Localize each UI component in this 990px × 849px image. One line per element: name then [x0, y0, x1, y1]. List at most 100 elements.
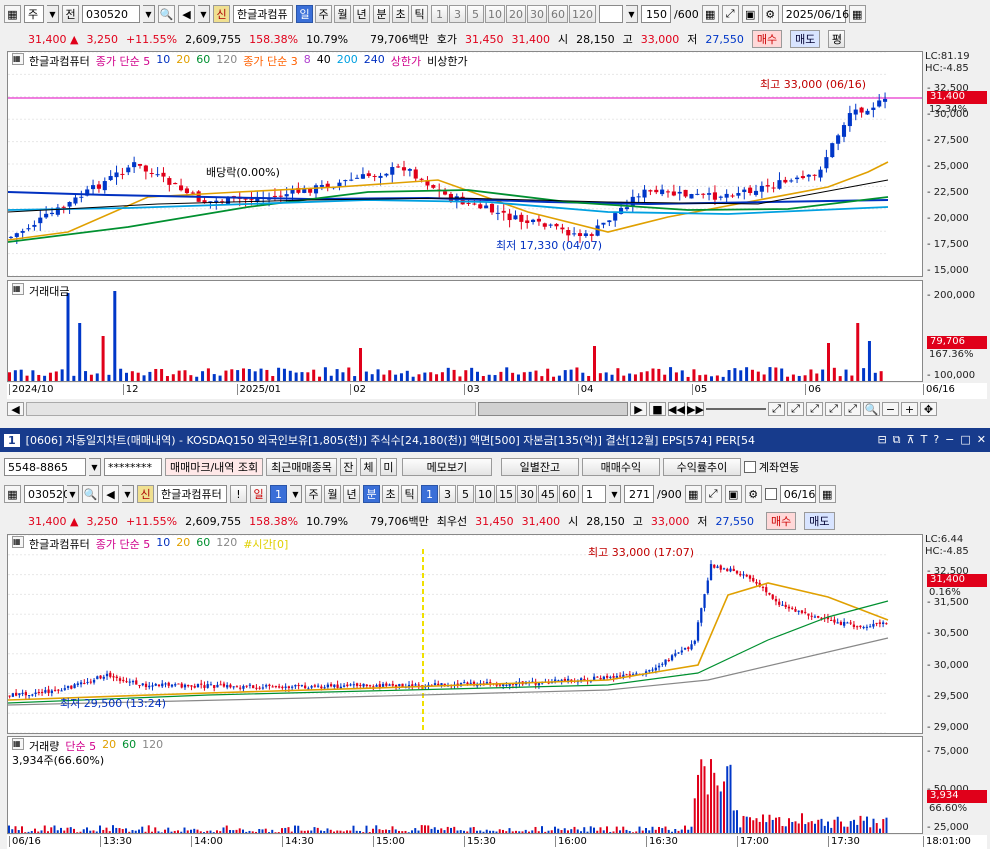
chevron-down-icon[interactable]: ▼	[47, 5, 59, 23]
interval-button-5[interactable]: 30	[517, 485, 537, 503]
interval-button-1[interactable]: 3	[449, 5, 466, 23]
sell-button[interactable]: 매도	[804, 512, 835, 530]
bottom-price-chart[interactable]: 최고 33,000 (17:07) 최저 29,500 (13:24)	[7, 534, 923, 734]
chevron-down-icon[interactable]: ▼	[626, 5, 638, 23]
period-tab-1[interactable]: 주	[315, 5, 332, 23]
interval-button-6[interactable]: 60	[548, 5, 568, 23]
fast-forward-icon[interactable]: ▶▶	[687, 402, 704, 416]
period-tab-0[interactable]: 주	[305, 485, 322, 503]
chevron-down-icon[interactable]: ▼	[89, 458, 101, 476]
intraday-tab-1[interactable]: 초	[392, 5, 409, 23]
save-icon[interactable]: ▣	[741, 5, 759, 23]
speaker-icon[interactable]: ◀	[178, 5, 195, 23]
settings-icon[interactable]: ▦	[12, 536, 24, 548]
stock-name-field[interactable]: 한글과컴퓨터	[157, 485, 227, 503]
intraday-tab-1[interactable]: 초	[382, 485, 399, 503]
interval-button-7[interactable]: 120	[569, 5, 596, 23]
zoom-out-icon[interactable]: −	[882, 402, 899, 416]
intraday-tab-2[interactable]: 틱	[411, 5, 428, 23]
account-link-checkbox[interactable]	[743, 461, 756, 473]
stock-code-input[interactable]: 030520	[24, 485, 70, 503]
search-icon[interactable]: 🔍	[158, 5, 175, 23]
stock-code-input[interactable]: 030520	[82, 5, 140, 23]
interval-button-7[interactable]: 60	[559, 485, 579, 503]
memo-button[interactable]: 메모보기	[401, 458, 492, 476]
trade-profit-button[interactable]: 매매수익	[581, 458, 660, 476]
settings-icon[interactable]: ▦	[12, 738, 24, 750]
date-input[interactable]: 06/16	[779, 485, 816, 503]
window-pin-icon[interactable]: ⊼	[907, 433, 915, 447]
grid-icon[interactable]: ▦	[684, 485, 702, 503]
stop-icon[interactable]: ■	[649, 402, 666, 416]
period-tab-3[interactable]: 년	[353, 5, 370, 23]
tool-icon[interactable]: ⤢	[844, 402, 861, 416]
day-count-select[interactable]: 1	[270, 485, 287, 503]
interval-input[interactable]	[599, 5, 623, 23]
unfilled-button[interactable]: 미	[379, 458, 397, 476]
interval-button-3[interactable]: 10	[475, 485, 495, 503]
period-tab-1[interactable]: 월	[324, 485, 341, 503]
tool-icon[interactable]: ⤢	[806, 402, 823, 416]
day-button[interactable]: 일	[250, 485, 267, 503]
speaker-icon[interactable]: ◀	[102, 485, 119, 503]
period-tab-2[interactable]: 월	[334, 5, 351, 23]
interval-button-0[interactable]: 1	[421, 485, 438, 503]
interval-button-3[interactable]: 10	[485, 5, 505, 23]
search-icon[interactable]: 🔍	[82, 485, 99, 503]
window-menu-icon[interactable]: ⊟	[877, 433, 886, 447]
tool-icon[interactable]: ⤢	[768, 402, 785, 416]
gear-icon[interactable]: ⚙	[761, 5, 779, 23]
chart-tool-icon[interactable]: ⤢	[721, 5, 739, 23]
top-price-chart[interactable]: 최고 33,000 (06/16) 최저 17,330 (04/07) 배당락(0.…	[7, 51, 923, 277]
intraday-tab-0[interactable]: 분	[363, 485, 380, 503]
zoom-slider[interactable]	[706, 408, 766, 410]
menu-icon[interactable]: ▦	[4, 485, 21, 503]
chevron-down-icon[interactable]: ▼	[198, 5, 210, 23]
fast-back-icon[interactable]: ◀◀	[668, 402, 685, 416]
filled-button[interactable]: 체	[359, 458, 377, 476]
chart-tool-icon[interactable]: ⤢	[704, 485, 722, 503]
tool-icon[interactable]: ⤢	[825, 402, 842, 416]
chevron-down-icon[interactable]: ▼	[609, 485, 621, 503]
grid-icon[interactable]: ▦	[701, 5, 719, 23]
interval-button-5[interactable]: 30	[527, 5, 547, 23]
calendar-icon[interactable]: ▦	[848, 5, 866, 23]
tool-icon[interactable]: ⤢	[787, 402, 804, 416]
buy-button[interactable]: 매수	[766, 512, 797, 530]
interval-button-1[interactable]: 3	[439, 485, 456, 503]
maximize-icon[interactable]: □	[960, 433, 970, 447]
sell-button[interactable]: 매도	[790, 30, 821, 48]
settings-icon[interactable]: ▦	[12, 283, 24, 295]
zoom-in-icon[interactable]: +	[901, 402, 918, 416]
scroll-left-icon[interactable]: ◀	[7, 402, 24, 416]
menu-icon[interactable]: ▦	[4, 5, 21, 23]
alert-button[interactable]: !	[230, 485, 247, 503]
buy-button[interactable]: 매수	[751, 30, 783, 48]
balance-button[interactable]: 잔	[339, 458, 357, 476]
interval-button-4[interactable]: 15	[496, 485, 516, 503]
save-icon[interactable]: ▣	[724, 485, 742, 503]
scroll-thumb[interactable]	[478, 402, 628, 416]
interval-button-2[interactable]: 5	[457, 485, 474, 503]
minimize-icon[interactable]: −	[945, 433, 954, 447]
count-input[interactable]: 271	[624, 485, 654, 503]
avg-button[interactable]: 평	[828, 30, 846, 48]
account-input[interactable]: 5548-8865	[4, 458, 86, 476]
gear-icon[interactable]: ⚙	[744, 485, 762, 503]
interval-button-4[interactable]: 20	[506, 5, 526, 23]
password-input[interactable]: ********	[104, 458, 162, 476]
date-checkbox[interactable]	[764, 488, 777, 500]
chart-type-select[interactable]: 주	[24, 5, 44, 23]
interval-button-2[interactable]: 5	[467, 5, 484, 23]
stock-name-field[interactable]: 한글과컴퓨	[233, 5, 293, 23]
profit-trend-button[interactable]: 수익률추이	[662, 458, 741, 476]
top-volume-chart[interactable]	[7, 280, 923, 382]
trade-mark-query-button[interactable]: 매매마크/내역 조회	[165, 458, 264, 476]
unit-input[interactable]: 1	[582, 485, 606, 503]
count-input[interactable]: 150	[641, 5, 671, 23]
arrows-icon[interactable]: ✥	[920, 402, 937, 416]
window-restore-icon[interactable]: ⧉	[893, 433, 901, 447]
chevron-down-icon[interactable]: ▼	[290, 485, 302, 503]
chevron-down-icon[interactable]: ▼	[67, 485, 79, 503]
daily-balance-button[interactable]: 일별잔고	[500, 458, 579, 476]
